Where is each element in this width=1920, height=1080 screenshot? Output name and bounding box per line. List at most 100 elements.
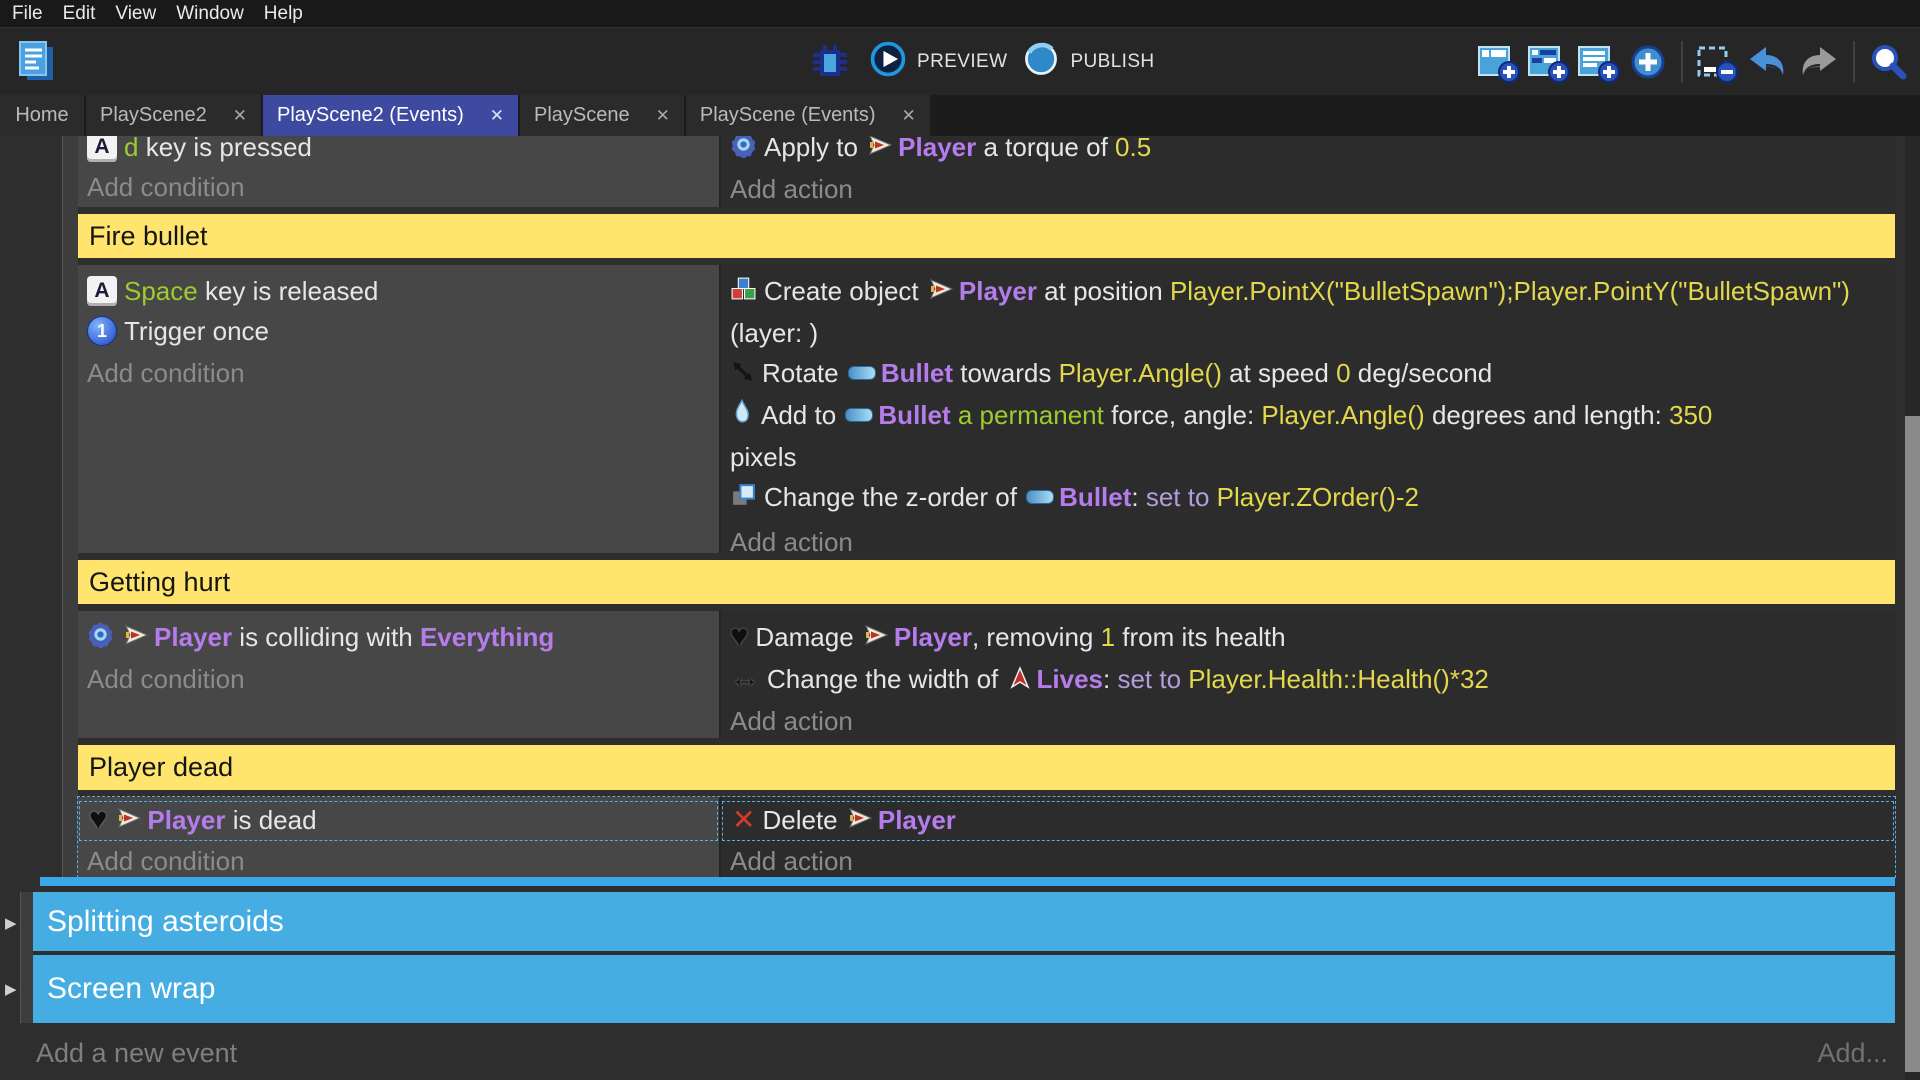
delete-cross-icon: ✕	[732, 802, 755, 838]
publish-globe-icon	[1021, 39, 1061, 85]
redo-icon[interactable]	[1794, 40, 1844, 84]
tab-playscene2[interactable]: PlayScene2 ✕	[86, 95, 261, 136]
condition[interactable]: 1Trigger once	[78, 311, 719, 351]
project-documents-icon[interactable]	[12, 38, 60, 86]
conditions-column: Ad key is pressed Add condition	[78, 136, 719, 207]
event-getting-hurt[interactable]: Player is colliding with Everything Add …	[78, 611, 1895, 738]
player-object-icon	[123, 619, 149, 659]
add-condition-button[interactable]: Add condition	[78, 659, 719, 699]
action[interactable]: Create object Player at position Player.…	[721, 271, 1895, 353]
physics-gear-icon	[87, 619, 114, 659]
action[interactable]: ✕Delete Player	[722, 801, 1894, 841]
close-tab-icon[interactable]: ✕	[490, 106, 504, 126]
action[interactable]: Apply to Player a torque of 0.5	[721, 136, 1895, 169]
tab-playscene2-events[interactable]: PlayScene2 (Events) ✕	[263, 95, 518, 136]
bullet-object-icon	[1026, 490, 1054, 504]
collapse-arrow-icon[interactable]: ▶	[5, 980, 17, 998]
search-icon[interactable]	[1864, 40, 1912, 84]
close-tab-icon[interactable]: ✕	[902, 106, 916, 126]
keyboard-key-icon: A	[87, 136, 117, 162]
player-object-icon	[863, 619, 889, 659]
action[interactable]: ♥Damage Player, removing 1 from its heal…	[721, 617, 1895, 659]
scrollbar-thumb[interactable]	[1905, 416, 1920, 1072]
event-rotate-right[interactable]: Ad key is pressed Add condition Apply to…	[78, 136, 1895, 207]
action-continued[interactable]: pixels	[721, 437, 1895, 477]
menu-edit[interactable]: Edit	[53, 3, 106, 25]
drop-indicator	[40, 877, 1895, 886]
z-order-icon	[730, 480, 757, 520]
actions-column: Create object Player at position Player.…	[719, 265, 1895, 553]
preview-play-icon	[868, 39, 908, 85]
add-condition-button[interactable]: Add condition	[78, 841, 719, 881]
add-new-event-button[interactable]: Add a new event	[36, 1031, 237, 1075]
player-object-icon	[867, 136, 893, 169]
delete-selection-icon[interactable]	[1692, 40, 1740, 84]
lives-object-icon	[1008, 661, 1032, 701]
preview-label: PREVIEW	[917, 51, 1007, 73]
physics-gear-icon	[730, 136, 757, 169]
conditions-column: Player is colliding with Everything Add …	[78, 611, 719, 738]
event-player-dead[interactable]: ♥Player is dead Add condition ✕Delete Pl…	[78, 797, 1895, 877]
keyboard-key-icon: A	[87, 276, 117, 306]
action[interactable]: Change the z-order of Bullet: set to Pla…	[721, 477, 1895, 519]
comment-fire-bullet[interactable]: Fire bullet	[78, 214, 1895, 258]
create-object-icon	[730, 273, 757, 313]
add-action-button[interactable]: Add action	[721, 522, 1895, 562]
player-object-icon	[847, 804, 873, 840]
add-action-button[interactable]: Add action	[721, 169, 1895, 209]
add-event-icon[interactable]	[1474, 40, 1522, 84]
close-tab-icon[interactable]: ✕	[233, 106, 247, 126]
condition[interactable]: ♥Player is dead	[79, 801, 718, 841]
tab-playscene[interactable]: PlayScene ✕	[520, 95, 684, 136]
condition[interactable]: Ad key is pressed	[78, 136, 719, 167]
add-condition-button[interactable]: Add condition	[78, 353, 719, 393]
comment-getting-hurt[interactable]: Getting hurt	[78, 560, 1895, 604]
player-object-icon	[928, 273, 954, 313]
menu-file[interactable]: File	[0, 3, 53, 25]
tab-playscene-events[interactable]: PlayScene (Events) ✕	[686, 95, 930, 136]
action[interactable]: ↔Change the width of Lives: set to Playe…	[721, 659, 1895, 701]
condition[interactable]: Player is colliding with Everything	[78, 617, 719, 659]
tab-home[interactable]: Home	[0, 95, 84, 136]
gdevelop-window: File Edit View Window Help PREVIEW	[0, 0, 1920, 1080]
menu-view[interactable]: View	[105, 3, 166, 25]
trigger-once-icon: 1	[87, 316, 117, 346]
add-circle-icon[interactable]	[1624, 40, 1672, 84]
preview-button[interactable]: PREVIEW	[868, 39, 1007, 85]
add-subevent-icon[interactable]	[1524, 40, 1572, 84]
group-screen-wrap[interactable]: Screen wrap	[33, 955, 1895, 1023]
condition[interactable]: ASpace key is released	[78, 271, 719, 311]
scrollbar[interactable]	[1905, 136, 1920, 1080]
heart-health-icon: ♥	[730, 616, 748, 656]
group-splitting-asteroids[interactable]: Splitting asteroids	[33, 892, 1895, 951]
force-flame-icon	[730, 397, 754, 437]
undo-icon[interactable]	[1742, 40, 1792, 84]
menu-window[interactable]: Window	[166, 3, 254, 25]
publish-label: PUBLISH	[1070, 51, 1154, 73]
comment-player-dead[interactable]: Player dead	[78, 745, 1895, 790]
toolbar-separator	[1853, 41, 1855, 83]
actions-column: Apply to Player a torque of 0.5 Add acti…	[719, 136, 1895, 207]
add-action-button[interactable]: Add action	[721, 701, 1895, 741]
tab-bar: Home PlayScene2 ✕ PlayScene2 (Events) ✕ …	[0, 95, 1920, 136]
publish-button[interactable]: PUBLISH	[1021, 39, 1154, 85]
add-condition-button[interactable]: Add condition	[78, 167, 719, 207]
events-sheet: Ad key is pressed Add condition Apply to…	[0, 136, 1920, 1080]
action[interactable]: Add to Bullet a permanent force, angle: …	[721, 395, 1895, 437]
menu-help[interactable]: Help	[254, 3, 313, 25]
add-more-button[interactable]: Add...	[1817, 1031, 1888, 1075]
action[interactable]: Rotate Bullet towards Player.Angle() at …	[721, 353, 1895, 395]
toolbar-separator	[1681, 41, 1683, 83]
rotate-towards-icon	[730, 355, 755, 395]
close-tab-icon[interactable]: ✕	[656, 106, 670, 126]
actions-column: ✕Delete Player Add action	[719, 797, 1895, 877]
add-comment-icon[interactable]	[1574, 40, 1622, 84]
collapse-arrow-icon[interactable]: ▶	[5, 914, 17, 932]
menu-bar: File Edit View Window Help	[0, 0, 1920, 27]
conditions-column: ASpace key is released 1Trigger once Add…	[78, 265, 719, 553]
event-fire-bullet[interactable]: ASpace key is released 1Trigger once Add…	[78, 265, 1895, 553]
main-toolbar: PREVIEW PUBLISH	[0, 27, 1920, 96]
add-action-button[interactable]: Add action	[721, 841, 1895, 881]
debugger-chip-icon[interactable]	[806, 40, 854, 84]
bullet-object-icon	[848, 366, 876, 380]
